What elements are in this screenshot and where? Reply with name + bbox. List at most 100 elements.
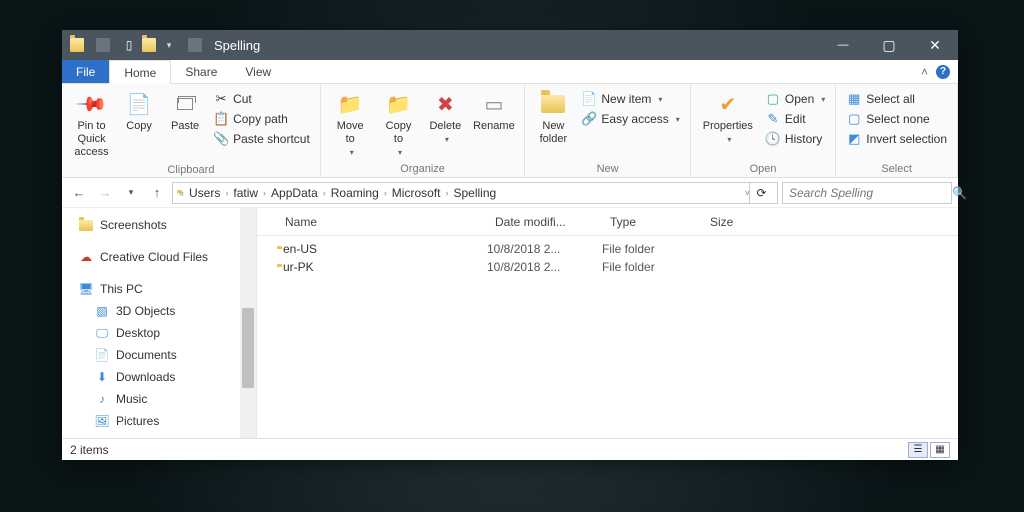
group-label: New bbox=[531, 161, 683, 177]
group-label: Clipboard bbox=[68, 162, 314, 178]
group-organize: 📁Move to 📁Copy to ✖Delete ▭Rename Organi… bbox=[321, 84, 526, 177]
history-button[interactable]: 🕓History bbox=[761, 130, 829, 148]
scrollbar-thumb[interactable] bbox=[242, 308, 254, 388]
group-open: ✔Properties ▢Open ✎Edit 🕓History Open bbox=[691, 84, 837, 177]
nav-screenshots[interactable]: Screenshots bbox=[62, 214, 256, 236]
folder-icon bbox=[70, 38, 84, 52]
ribbon-tabs: File Home Share View ˄ ? bbox=[62, 60, 958, 84]
titlebar[interactable]: ▯ ▾ Spelling — ▢ ✕ bbox=[62, 30, 958, 60]
cut-button[interactable]: ✂Cut bbox=[209, 90, 314, 108]
navigation-pane[interactable]: Screenshots ☁Creative Cloud Files 🖥This … bbox=[62, 208, 257, 438]
crumb[interactable]: fatiw bbox=[230, 186, 261, 200]
separator bbox=[96, 38, 110, 52]
back-button[interactable]: ← bbox=[68, 182, 90, 204]
col-size[interactable]: Size bbox=[702, 215, 782, 229]
scrollbar[interactable] bbox=[240, 208, 256, 438]
recent-dropdown[interactable]: ▾ bbox=[120, 182, 142, 204]
forward-button[interactable]: → bbox=[94, 182, 116, 204]
invert-selection-button[interactable]: ◩Invert selection bbox=[842, 130, 951, 148]
column-headers[interactable]: Name Date modifi... Type Size bbox=[257, 208, 958, 236]
address-bar-row: ← → ▾ ↑ « Users› fatiw› AppData› Roaming… bbox=[62, 178, 958, 208]
paste-shortcut-button[interactable]: 📎Paste shortcut bbox=[209, 130, 314, 148]
pin-to-quick-access-button[interactable]: 📌Pin to Quick access bbox=[68, 88, 115, 162]
properties-icon[interactable]: ▯ bbox=[122, 38, 136, 52]
new-folder-button[interactable]: New folder bbox=[531, 88, 575, 161]
nav-videos[interactable]: 🎞Videos bbox=[62, 432, 256, 438]
file-type: File folder bbox=[602, 260, 702, 274]
select-all-button[interactable]: ▦Select all bbox=[842, 90, 951, 108]
folder-icon[interactable] bbox=[142, 38, 156, 52]
file-date: 10/8/2018 2... bbox=[487, 242, 602, 256]
tab-home[interactable]: Home bbox=[109, 60, 171, 84]
crumb[interactable]: Roaming bbox=[328, 186, 382, 200]
nav-documents[interactable]: 📄Documents bbox=[62, 344, 256, 366]
group-clipboard: 📌Pin to Quick access 📄Copy Paste ✂Cut 📋C… bbox=[62, 84, 321, 177]
col-date[interactable]: Date modifi... bbox=[487, 215, 602, 229]
file-row[interactable]: en-US 10/8/2018 2... File folder bbox=[257, 240, 958, 258]
copy-button[interactable]: 📄Copy bbox=[117, 88, 161, 162]
group-label: Select bbox=[842, 161, 951, 177]
search-input[interactable] bbox=[789, 186, 946, 200]
rename-button[interactable]: ▭Rename bbox=[469, 88, 518, 161]
crumb[interactable]: AppData bbox=[268, 186, 321, 200]
crumb[interactable]: Microsoft bbox=[389, 186, 444, 200]
nav-pictures[interactable]: 🖼Pictures bbox=[62, 410, 256, 432]
crumb[interactable]: Users bbox=[186, 186, 223, 200]
nav-music[interactable]: ♪Music bbox=[62, 388, 256, 410]
file-row[interactable]: ur-PK 10/8/2018 2... File folder bbox=[257, 258, 958, 276]
window-controls: — ▢ ✕ bbox=[820, 30, 958, 60]
nav-this-pc[interactable]: 🖥This PC bbox=[62, 278, 256, 300]
copy-to-button[interactable]: 📁Copy to bbox=[376, 88, 422, 161]
close-button[interactable]: ✕ bbox=[912, 30, 958, 60]
file-name: en-US bbox=[283, 242, 317, 256]
search-icon[interactable]: 🔍 bbox=[952, 186, 967, 200]
content-area: Screenshots ☁Creative Cloud Files 🖥This … bbox=[62, 208, 958, 438]
copy-path-button[interactable]: 📋Copy path bbox=[209, 110, 314, 128]
help-icon[interactable]: ? bbox=[936, 65, 950, 79]
details-view-button[interactable]: ☰ bbox=[908, 442, 928, 458]
nav-creative-cloud[interactable]: ☁Creative Cloud Files bbox=[62, 246, 256, 268]
nav-desktop[interactable]: 🖵Desktop bbox=[62, 322, 256, 344]
tab-share[interactable]: Share bbox=[171, 60, 231, 83]
group-select: ▦Select all ▢Select none ◩Invert selecti… bbox=[836, 84, 958, 177]
chevron-icon[interactable]: › bbox=[263, 188, 266, 198]
col-name[interactable]: Name bbox=[277, 215, 487, 229]
up-button[interactable]: ↑ bbox=[146, 182, 168, 204]
minimize-button[interactable]: — bbox=[820, 30, 866, 60]
status-bar: 2 items ☰ ▦ bbox=[62, 438, 958, 460]
tab-view[interactable]: View bbox=[231, 60, 285, 83]
search-box[interactable]: 🔍 bbox=[782, 182, 952, 204]
chevron-icon[interactable]: › bbox=[323, 188, 326, 198]
easy-access-button[interactable]: 🔗Easy access bbox=[577, 110, 683, 128]
nav-downloads[interactable]: ⬇Downloads bbox=[62, 366, 256, 388]
window-title: Spelling bbox=[214, 38, 260, 53]
tab-file[interactable]: File bbox=[62, 60, 109, 83]
move-to-button[interactable]: 📁Move to bbox=[327, 88, 374, 161]
col-type[interactable]: Type bbox=[602, 215, 702, 229]
item-count: 2 items bbox=[70, 443, 109, 457]
refresh-button[interactable]: ⟳ bbox=[749, 182, 773, 204]
chevron-icon[interactable]: › bbox=[445, 188, 448, 198]
file-type: File folder bbox=[602, 242, 702, 256]
properties-button[interactable]: ✔Properties bbox=[697, 88, 759, 161]
chevron-icon[interactable]: › bbox=[225, 188, 228, 198]
dropdown-icon[interactable]: ▾ bbox=[162, 38, 176, 52]
crumb[interactable]: Spelling bbox=[450, 186, 499, 200]
file-rows[interactable]: en-US 10/8/2018 2... File folder ur-PK 1… bbox=[257, 236, 958, 438]
file-name: ur-PK bbox=[283, 260, 314, 274]
maximize-button[interactable]: ▢ bbox=[866, 30, 912, 60]
edit-button[interactable]: ✎Edit bbox=[761, 110, 829, 128]
nav-3d-objects[interactable]: ▧3D Objects bbox=[62, 300, 256, 322]
icons-view-button[interactable]: ▦ bbox=[930, 442, 950, 458]
view-switcher: ☰ ▦ bbox=[908, 442, 950, 458]
open-button[interactable]: ▢Open bbox=[761, 90, 829, 108]
breadcrumb[interactable]: « Users› fatiw› AppData› Roaming› Micros… bbox=[172, 182, 778, 204]
select-none-button[interactable]: ▢Select none bbox=[842, 110, 951, 128]
paste-button[interactable]: Paste bbox=[163, 88, 207, 162]
chevron-icon[interactable]: › bbox=[384, 188, 387, 198]
collapse-ribbon-icon[interactable]: ˄ bbox=[921, 65, 928, 79]
delete-button[interactable]: ✖Delete bbox=[423, 88, 467, 161]
file-date: 10/8/2018 2... bbox=[487, 260, 602, 274]
group-new: New folder 📄New item 🔗Easy access New bbox=[525, 84, 690, 177]
new-item-button[interactable]: 📄New item bbox=[577, 90, 683, 108]
